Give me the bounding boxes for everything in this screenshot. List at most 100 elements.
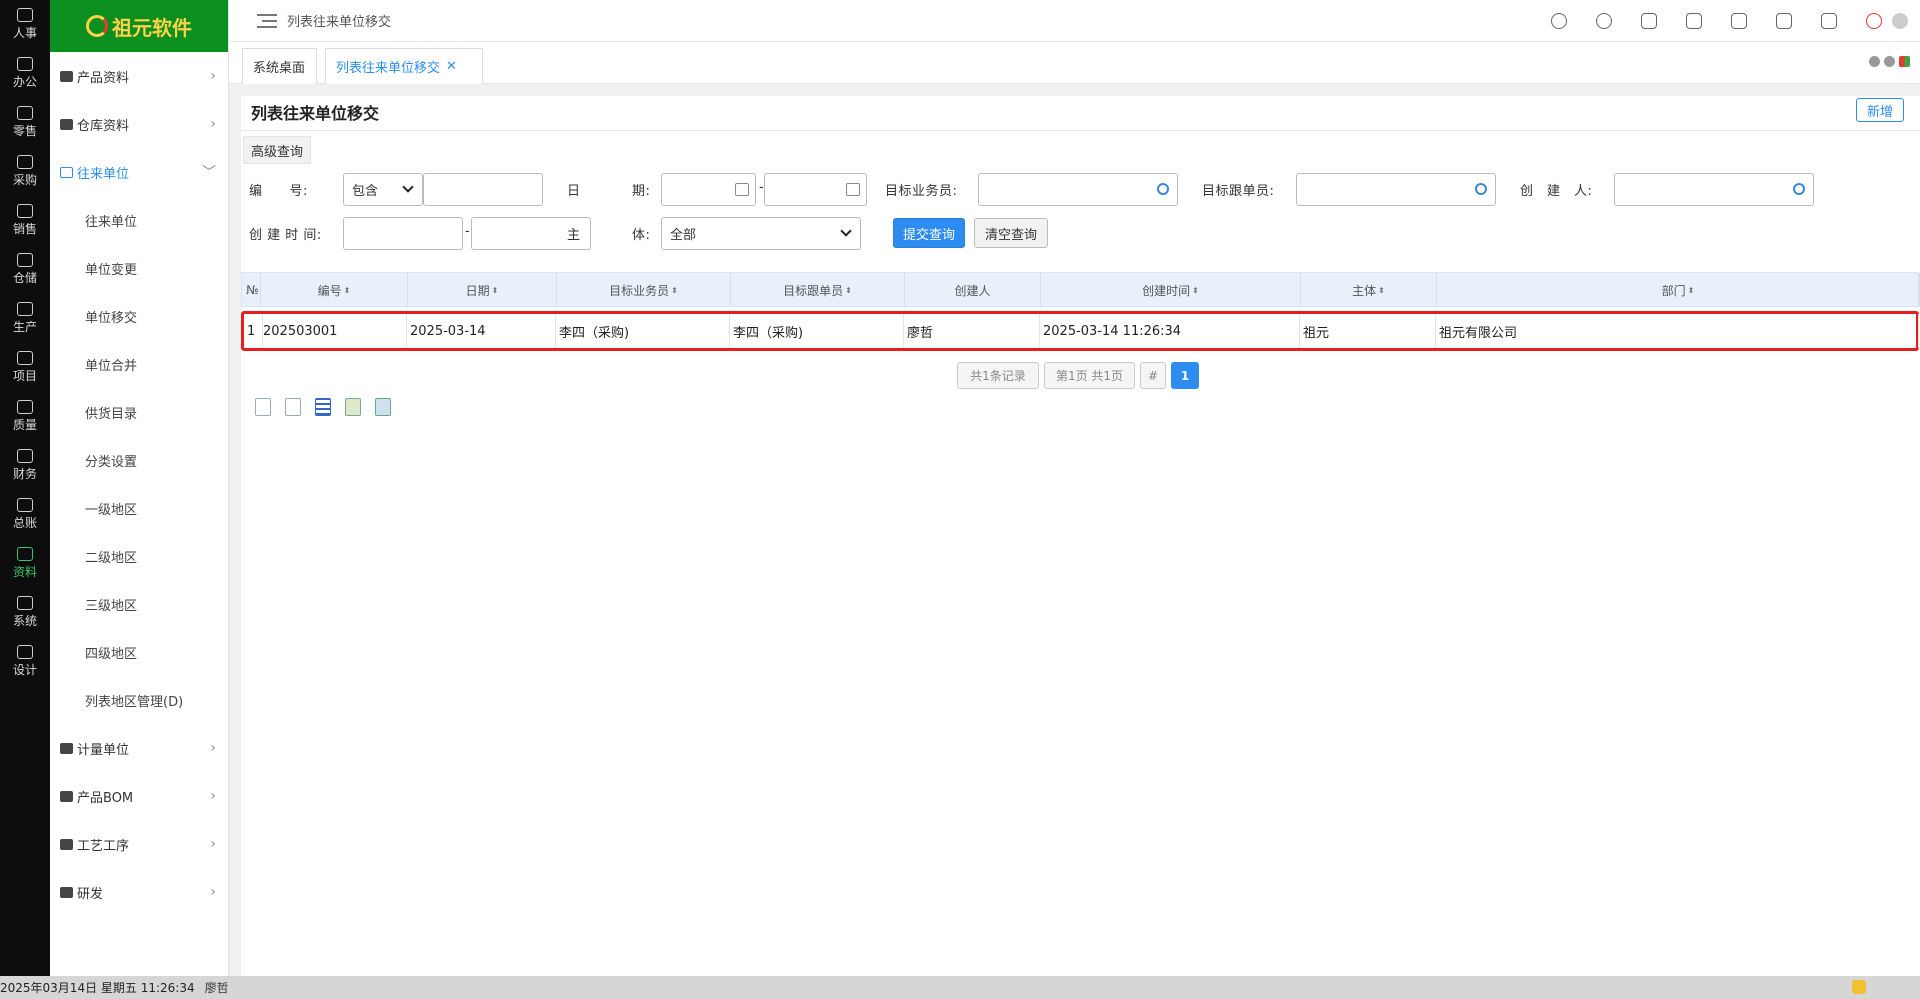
sidebar-group[interactable]: 产品资料 › xyxy=(50,52,228,100)
doc-export-icon[interactable] xyxy=(285,398,301,416)
rail-item-9[interactable]: 财务 xyxy=(0,441,50,490)
wallet-icon xyxy=(17,449,33,463)
rail-item-10[interactable]: 总账 xyxy=(0,490,50,539)
submit-query-button[interactable]: 提交查询 xyxy=(893,218,965,248)
user-avatar-icon[interactable] xyxy=(1892,12,1908,29)
calendar-export-icon[interactable] xyxy=(315,398,331,416)
tab-transfer-list[interactable]: 列表往来单位移交 ✕ xyxy=(325,48,483,84)
pager-jump-button[interactable]: # xyxy=(1140,362,1166,389)
gear-icon xyxy=(17,596,33,610)
tab-desktop[interactable]: 系统桌面 xyxy=(242,48,317,84)
sidebar-subitem[interactable]: 往来单位 xyxy=(50,196,228,244)
rail-item-8[interactable]: 质量 xyxy=(0,392,50,441)
theme-shirt-icon[interactable] xyxy=(1641,12,1657,29)
menu-collapse-icon[interactable] xyxy=(257,13,277,28)
sidebar-subitem[interactable]: 一级地区 xyxy=(50,484,228,532)
close-icon[interactable]: ✕ xyxy=(446,59,457,74)
column-header[interactable]: 目标业务员 ⬍ xyxy=(557,273,731,307)
tab-menu-icon[interactable] xyxy=(1899,56,1910,67)
rail-item-7[interactable]: 项目 xyxy=(0,343,50,392)
sidebar-group[interactable]: 仓库资料 › xyxy=(50,100,228,148)
rail-item-4[interactable]: 销售 xyxy=(0,196,50,245)
search-icon[interactable] xyxy=(1475,183,1487,195)
rail-item-2[interactable]: 零售 xyxy=(0,98,50,147)
clear-query-button[interactable]: 清空查询 xyxy=(974,218,1048,248)
sidebar-subitem[interactable]: 四级地区 xyxy=(50,628,228,676)
code-label: 编 号: xyxy=(249,184,308,199)
sidebar-subitem[interactable]: 分类设置 xyxy=(50,436,228,484)
sidebar-group[interactable]: 研发 › xyxy=(50,868,228,916)
sidebar: 祖元软件 产品资料 › 仓库资料 › 往来单位 ﹀ 往来单位 单位变更 单位移交 单位合并供… xyxy=(50,0,229,976)
cloud-icon[interactable] xyxy=(1551,12,1567,29)
grid-export-icon[interactable] xyxy=(255,398,271,416)
excel-export-icon[interactable] xyxy=(345,398,361,416)
table-cell: 202503001 xyxy=(260,314,407,348)
rail-item-label: 质量 xyxy=(12,418,37,432)
code-input[interactable] xyxy=(423,173,543,206)
search-icon[interactable] xyxy=(1157,183,1169,195)
column-header[interactable]: 创建时间 ⬍ xyxy=(1041,273,1301,307)
sidebar-subitem[interactable]: 单位变更 xyxy=(50,244,228,292)
column-header[interactable]: 目标跟单员 ⬍ xyxy=(731,273,905,307)
power-icon[interactable] xyxy=(1866,12,1882,29)
sidebar-group[interactable]: 计量单位 › xyxy=(50,724,228,772)
sidebar-subitem[interactable]: 供货目录 xyxy=(50,388,228,436)
column-header[interactable]: 主体 ⬍ xyxy=(1301,273,1437,307)
pager: 共1条记录 第1页 共1页 # 1 xyxy=(957,362,1204,389)
rail-item-3[interactable]: 采购 xyxy=(0,147,50,196)
sort-icon: ⬍ xyxy=(491,285,499,295)
calendar-icon[interactable] xyxy=(1776,12,1792,29)
sidebar-subitem[interactable]: 单位移交 xyxy=(50,292,228,340)
code-mode-select[interactable]: 包含 xyxy=(343,173,423,206)
entity-select[interactable]: 全部 xyxy=(661,217,861,250)
salesman-input[interactable] xyxy=(978,173,1178,206)
help-icon[interactable] xyxy=(1596,12,1612,29)
rail-item-12[interactable]: 系统 xyxy=(0,588,50,637)
created-range-dash: - xyxy=(465,224,470,239)
column-header[interactable]: 日期 ⬍ xyxy=(408,273,557,307)
tab-prev-icon[interactable] xyxy=(1869,56,1880,67)
rail-item-label: 人事 xyxy=(12,26,37,40)
date-from-input[interactable] xyxy=(661,173,756,206)
sort-icon: ⬍ xyxy=(343,285,351,295)
follower-input[interactable] xyxy=(1296,173,1496,206)
sidebar-subitem[interactable]: 二级地区 xyxy=(50,532,228,580)
calendar-icon[interactable] xyxy=(846,183,860,196)
sidebar-group[interactable]: 工艺工序 › xyxy=(50,820,228,868)
date-to-input[interactable] xyxy=(764,173,867,206)
column-header[interactable]: 编号 ⬍ xyxy=(261,273,408,307)
sidebar-group[interactable]: 产品BOM › xyxy=(50,772,228,820)
sidebar-subitem[interactable]: 三级地区 xyxy=(50,580,228,628)
advanced-query-button[interactable]: 高级查询 xyxy=(243,136,312,164)
column-header: № xyxy=(242,273,261,307)
sidebar-subitem[interactable]: 单位合并 xyxy=(50,340,228,388)
pager-page-1[interactable]: 1 xyxy=(1171,362,1199,389)
notification-icon[interactable] xyxy=(1852,980,1866,994)
column-header: 创建人 xyxy=(905,273,1041,307)
tab-next-icon[interactable] xyxy=(1884,56,1895,67)
column-header-label: 创建时间 xyxy=(1142,283,1191,298)
sort-icon: ⬍ xyxy=(845,285,852,295)
image-export-icon[interactable] xyxy=(375,398,391,416)
sidebar-group-partners[interactable]: 往来单位 ﹀ xyxy=(50,148,228,196)
rail-item-13[interactable]: 设计 xyxy=(0,637,50,686)
table-row[interactable]: 1 202503001 2025-03-14 李四（采购) 李四（采购) 廖哲 2025-0… xyxy=(241,311,1919,351)
created-from-input[interactable] xyxy=(343,217,463,250)
sort-icon: ⬍ xyxy=(1192,285,1199,295)
screen-icon[interactable] xyxy=(1686,12,1702,29)
rail-item-6[interactable]: 生产 xyxy=(0,294,50,343)
rail-item-0[interactable]: 人事 xyxy=(0,0,50,49)
divider xyxy=(241,130,1920,131)
add-button[interactable]: 新增 xyxy=(1856,98,1904,122)
rail-item-1[interactable]: 办公 xyxy=(0,49,50,98)
column-header[interactable]: 部门 ⬍ xyxy=(1437,273,1920,307)
font-icon[interactable] xyxy=(1821,12,1837,29)
apps-grid-icon[interactable] xyxy=(1731,12,1747,29)
rail-item-5[interactable]: 仓储 xyxy=(0,245,50,294)
calendar-icon[interactable] xyxy=(735,183,749,196)
rail-item-11[interactable]: 资料 xyxy=(0,539,50,588)
sidebar-subitem[interactable]: 列表地区管理(D) xyxy=(50,676,228,724)
rail-item-label: 项目 xyxy=(12,369,37,383)
creator-input[interactable] xyxy=(1614,173,1814,206)
search-icon[interactable] xyxy=(1793,183,1805,195)
